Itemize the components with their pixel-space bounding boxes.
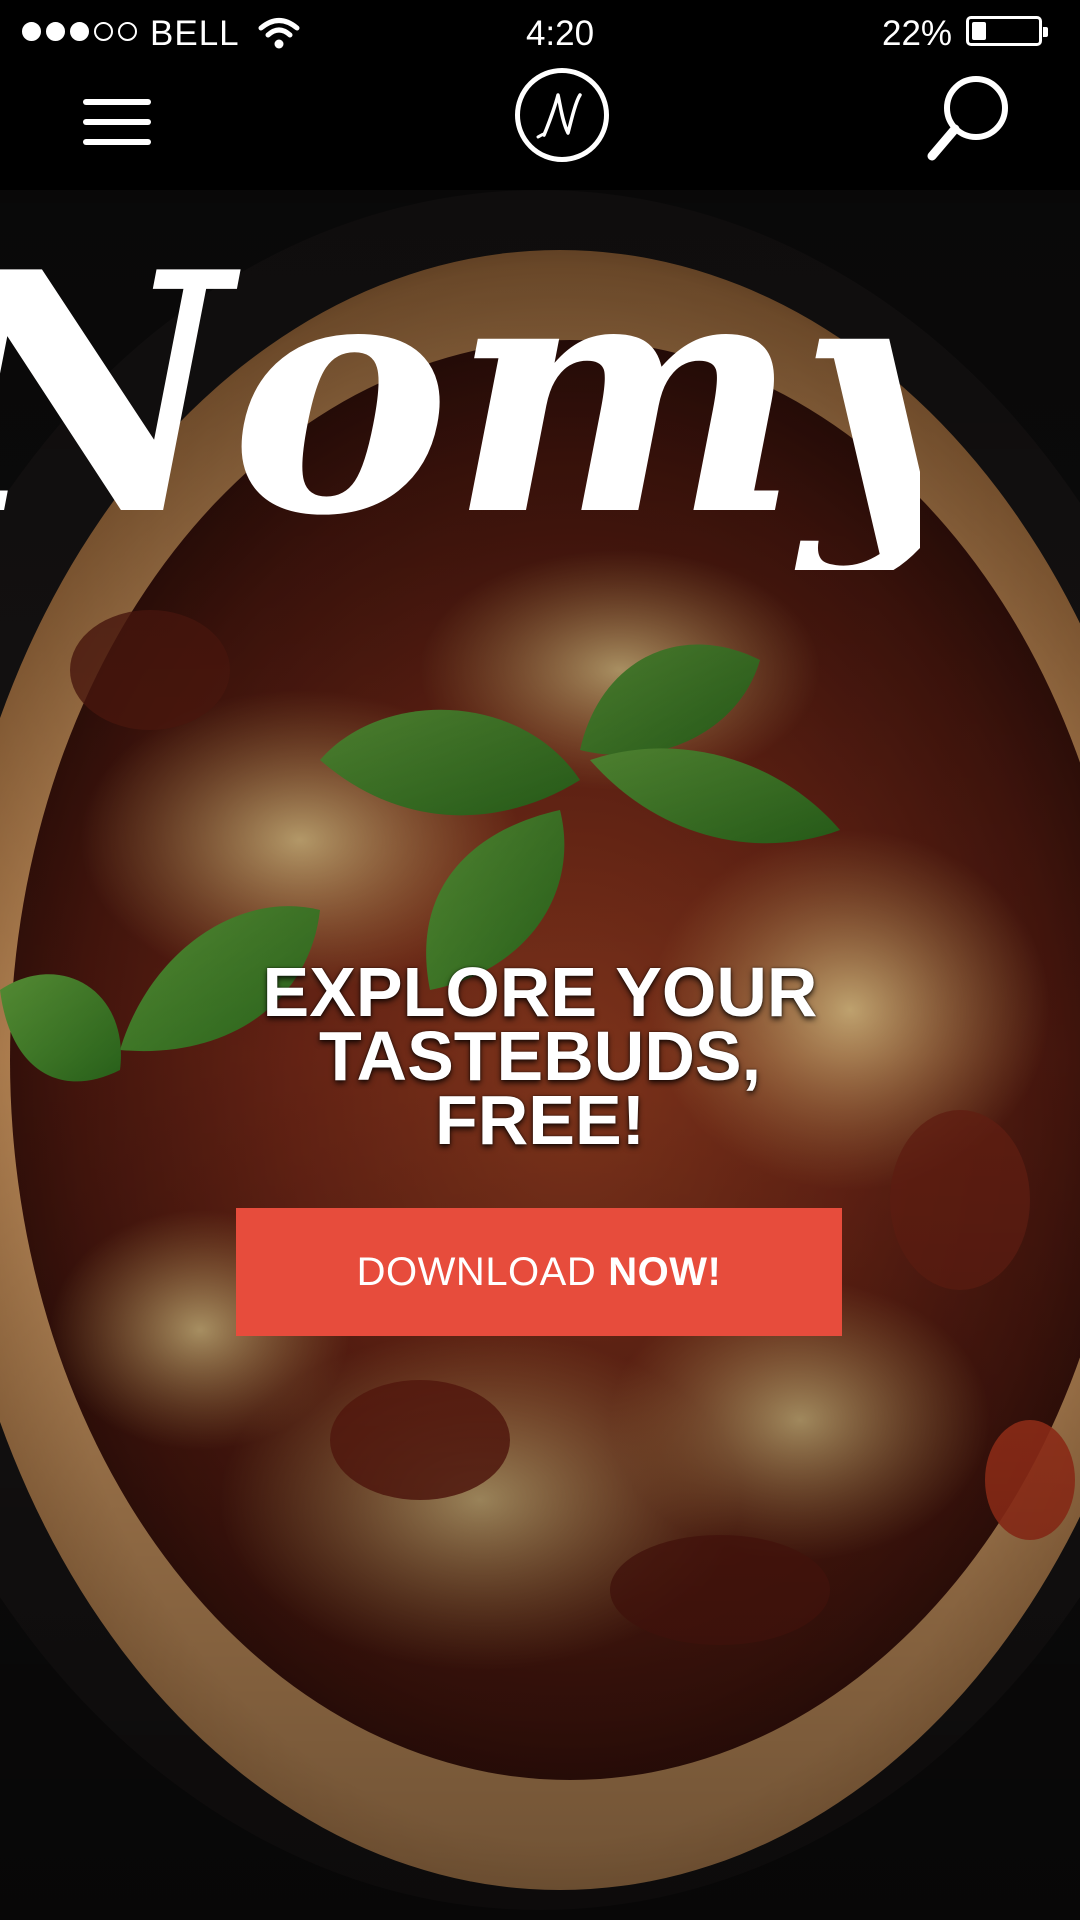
cta-label-download: DOWNLOAD <box>356 1249 597 1294</box>
download-now-button[interactable]: DOWNLOAD NOW! <box>236 1208 842 1336</box>
hero-section: Nomy EXPLORE YOUR TASTEBUDS, FREE! DOWNL… <box>0 190 1080 1920</box>
status-bar: BELL 4:20 22% <box>0 0 1080 66</box>
battery-icon <box>966 16 1048 46</box>
svg-text:Nomy: Nomy <box>0 200 920 570</box>
cta-label-now: NOW! <box>608 1249 722 1294</box>
hamburger-menu-icon[interactable] <box>83 99 151 145</box>
nomy-logo-icon[interactable] <box>515 68 609 162</box>
app-screen: BELL 4:20 22% om EXPLORE YOUR TASTEBUDS,… <box>0 0 1080 1920</box>
search-icon[interactable] <box>926 70 1016 164</box>
top-nav-bar <box>0 66 1080 190</box>
brand-script-title: Nomy <box>0 200 920 570</box>
hero-tagline: EXPLORE YOUR TASTEBUDS, FREE! <box>262 953 818 1159</box>
battery-percent: 22% <box>882 14 953 53</box>
